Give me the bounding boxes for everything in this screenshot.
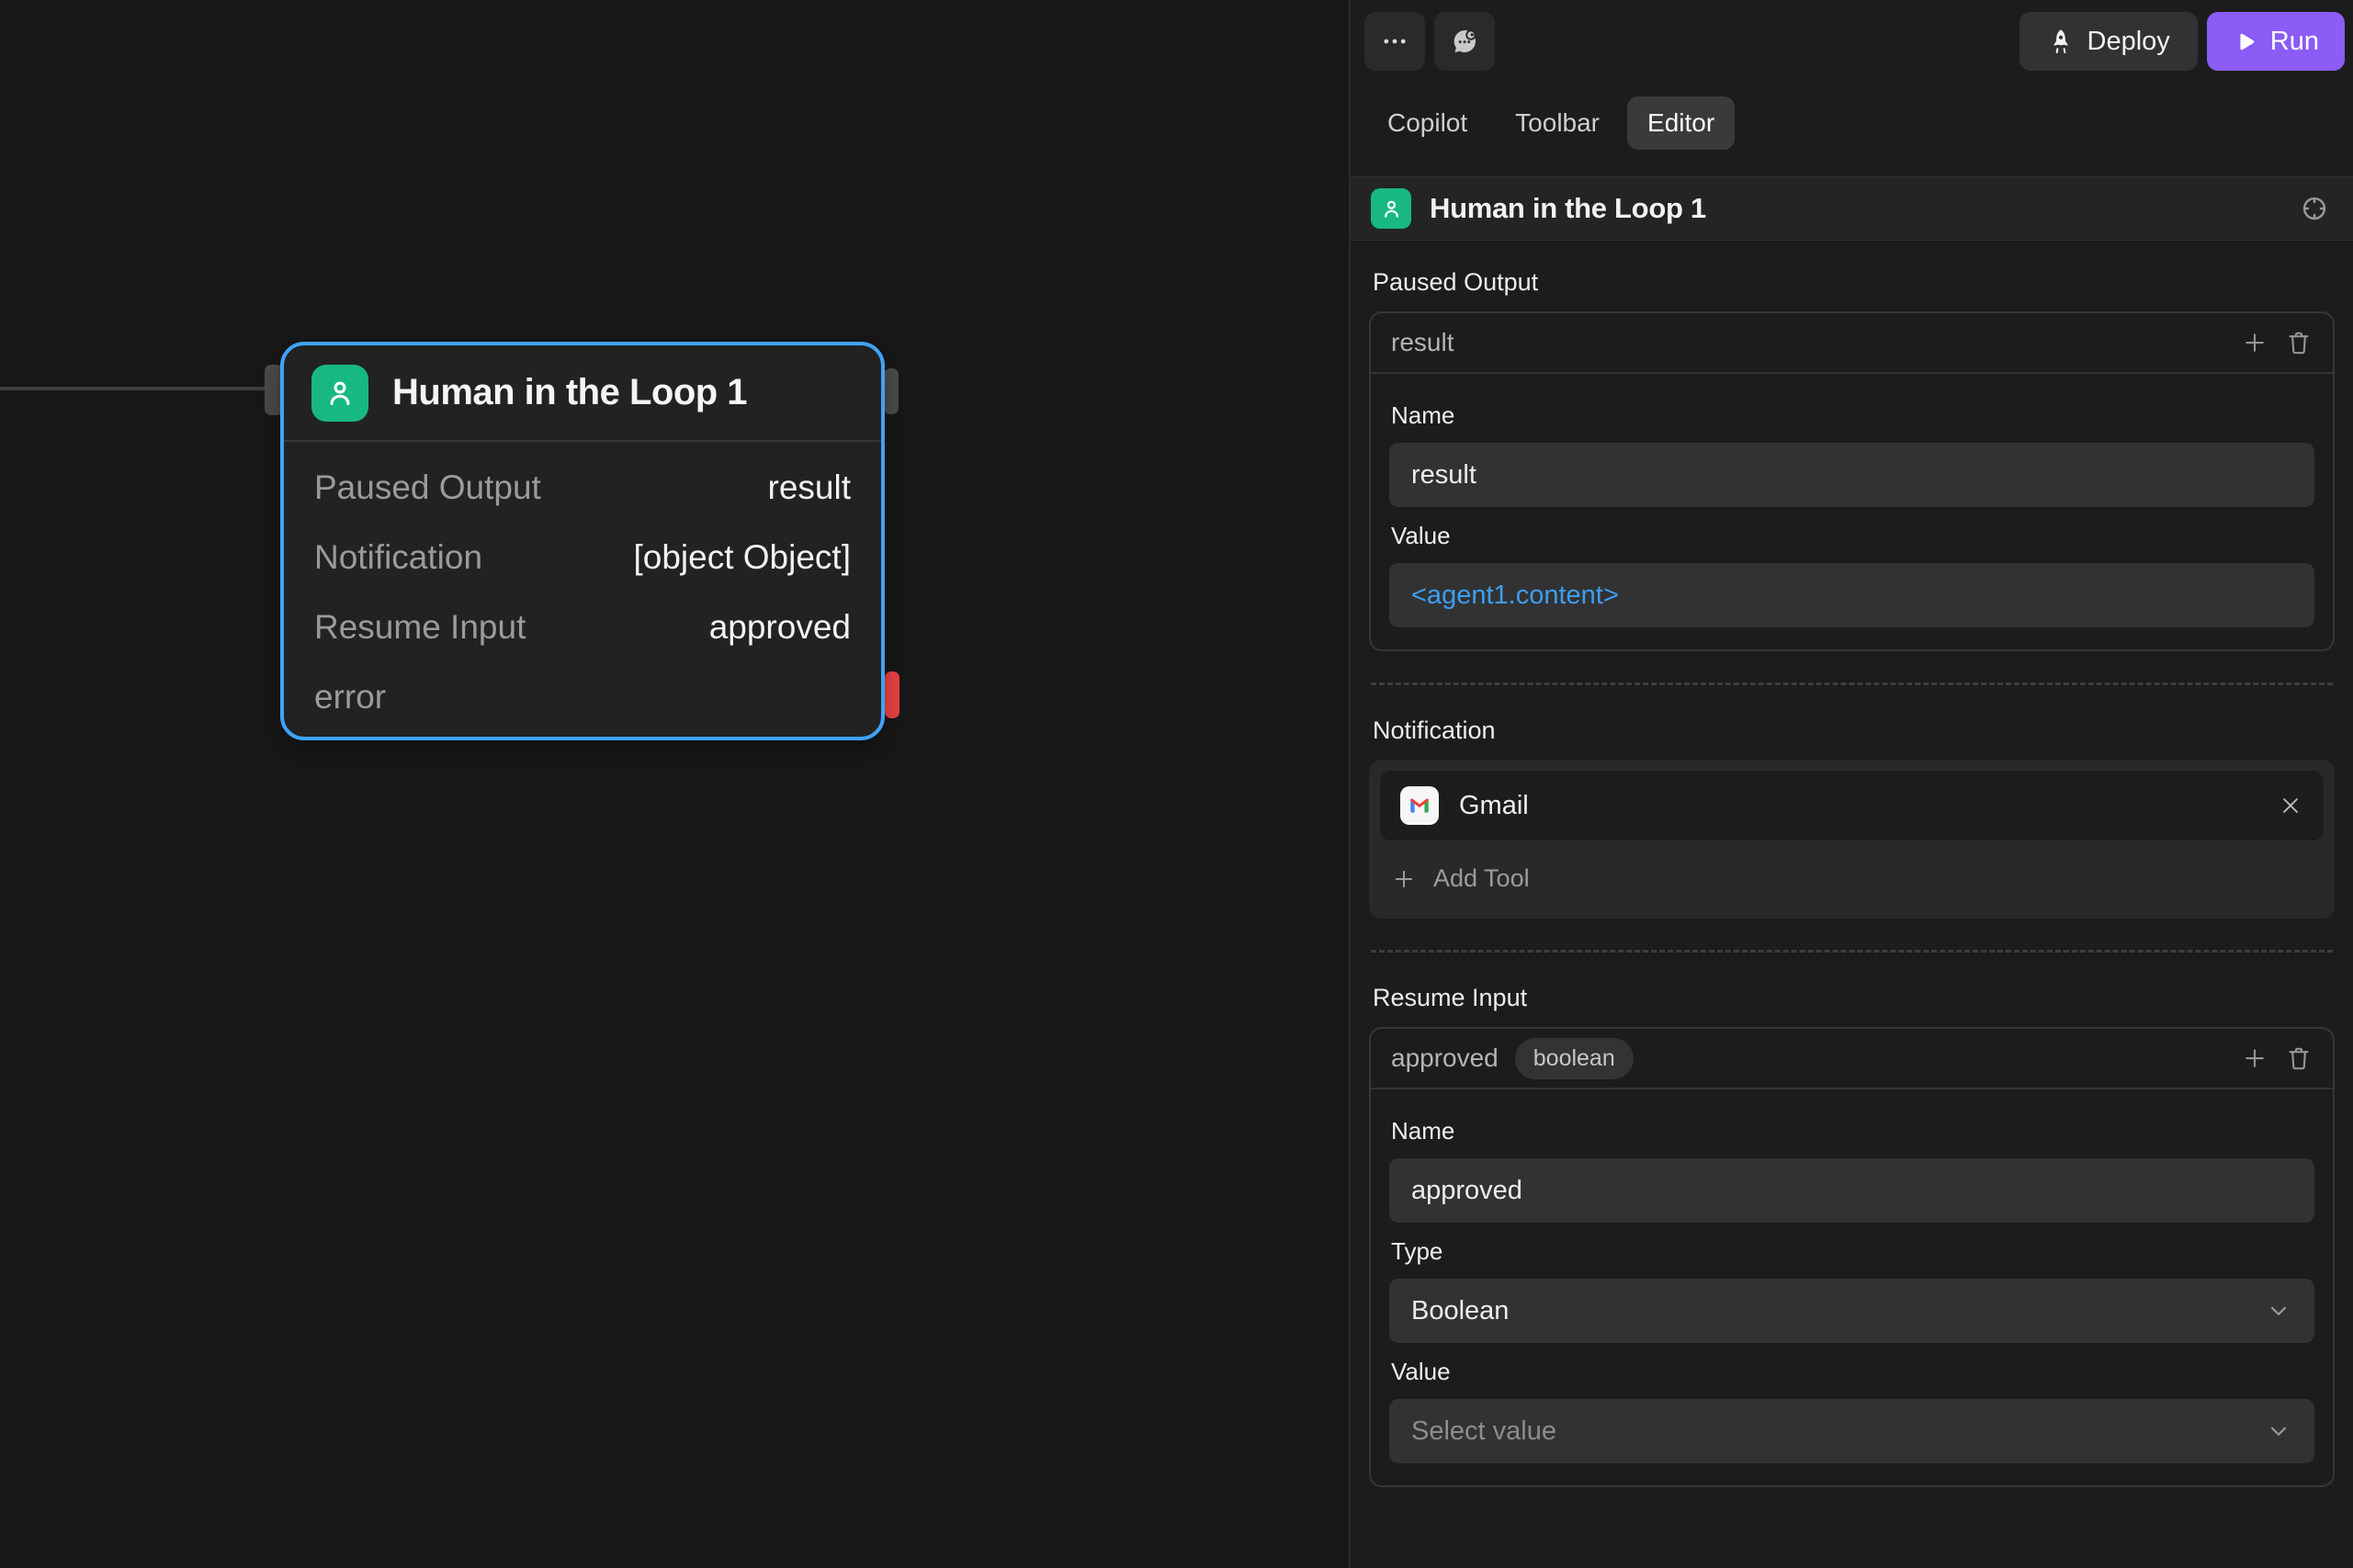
value-select[interactable]: Select value [1389, 1399, 2314, 1463]
delete-input-trash-icon[interactable] [2285, 1044, 2313, 1072]
paused-output-card: result Name Value [1369, 311, 2335, 651]
node-body: Paused Output result Notification [objec… [284, 442, 881, 743]
node-row-label: error [314, 678, 386, 716]
node-row-paused-output: Paused Output result [314, 453, 851, 523]
remove-tool-close-icon[interactable] [2278, 793, 2303, 818]
resume-input-name-input[interactable] [1389, 1158, 2314, 1223]
properties-panel: Deploy Run Copilot Toolbar Editor Human … [1349, 0, 2353, 1568]
type-select[interactable]: Boolean [1389, 1279, 2314, 1343]
boolean-type-badge: boolean [1515, 1038, 1634, 1079]
delete-output-trash-icon[interactable] [2285, 329, 2313, 356]
gmail-tool-row[interactable]: Gmail [1380, 771, 2324, 840]
person-icon [311, 365, 368, 422]
node-error-handle[interactable] [885, 671, 899, 718]
panel-topbar: Deploy Run [1351, 0, 2353, 71]
node-row-label: Paused Output [314, 468, 541, 507]
chevron-down-icon [2265, 1417, 2292, 1445]
paused-output-value-input[interactable]: <agent1.content> [1389, 563, 2314, 627]
resume-input-section-label: Resume Input [1373, 984, 2331, 1012]
resume-input-card: approved boolean Name T [1369, 1027, 2335, 1487]
agent-content-token[interactable]: <agent1.content> [1411, 581, 1619, 611]
deploy-label: Deploy [2087, 27, 2170, 57]
paused-output-section-label: Paused Output [1373, 268, 2331, 297]
section-separator [1371, 950, 2333, 953]
panel-node-title: Human in the Loop 1 [1430, 192, 1706, 225]
node-output-handle[interactable] [884, 368, 899, 414]
resume-input-item-name: approved [1391, 1043, 1499, 1073]
node-row-error: error [314, 662, 851, 732]
section-separator [1371, 682, 2333, 685]
deploy-button[interactable]: Deploy [2019, 12, 2198, 71]
connection-edge [0, 387, 277, 390]
notification-tools-card: Gmail Add Tool [1369, 760, 2335, 919]
gmail-icon [1400, 786, 1439, 825]
notification-section-label: Notification [1373, 716, 2331, 745]
locate-node-crosshair-icon[interactable] [2300, 194, 2329, 223]
type-select-value: Boolean [1411, 1296, 1509, 1326]
tab-toolbar[interactable]: Toolbar [1495, 96, 1620, 150]
node-row-label: Notification [314, 538, 482, 577]
node-editor-header: Human in the Loop 1 [1351, 176, 2353, 241]
add-input-plus-icon[interactable] [2241, 1044, 2268, 1072]
node-row-value: approved [709, 608, 851, 647]
add-output-plus-icon[interactable] [2241, 329, 2268, 356]
value-field-label: Value [1391, 522, 2313, 550]
type-field-label: Type [1391, 1237, 2313, 1266]
node-row-notification: Notification [object Object] [314, 523, 851, 592]
tool-name: Gmail [1459, 791, 1529, 821]
name-field-label: Name [1391, 1117, 2313, 1145]
chevron-down-icon [2265, 1297, 2292, 1325]
workflow-canvas[interactable]: Human in the Loop 1 Paused Output result… [0, 0, 1349, 1568]
value-field-label: Value [1391, 1358, 2313, 1386]
node-title: Human in the Loop 1 [392, 372, 747, 413]
panel-body: Paused Output result Name [1351, 241, 2353, 1487]
run-button[interactable]: Run [2207, 12, 2345, 71]
person-icon [1371, 188, 1411, 229]
node-row-label: Resume Input [314, 608, 526, 647]
panel-tabs: Copilot Toolbar Editor [1351, 71, 2353, 150]
resume-input-item-header[interactable]: approved boolean [1371, 1029, 2333, 1088]
plus-icon [1391, 866, 1417, 892]
more-options-button[interactable] [1364, 12, 1425, 71]
tab-editor[interactable]: Editor [1627, 96, 1735, 150]
add-tool-button[interactable]: Add Tool [1380, 840, 1541, 908]
node-header: Human in the Loop 1 [284, 345, 881, 440]
name-field-label: Name [1391, 401, 2313, 430]
value-select-placeholder: Select value [1411, 1416, 1556, 1447]
paused-output-item-header[interactable]: result [1371, 313, 2333, 372]
add-tool-label: Add Tool [1433, 864, 1530, 893]
node-row-value: [object Object] [633, 538, 851, 577]
node-row-value: result [768, 468, 851, 507]
app-window: Human in the Loop 1 Paused Output result… [0, 0, 2353, 1568]
assistant-chat-icon[interactable] [1434, 12, 1495, 71]
paused-output-name-input[interactable] [1389, 443, 2314, 507]
workflow-node-human-in-the-loop[interactable]: Human in the Loop 1 Paused Output result… [280, 342, 885, 740]
rocket-icon [2047, 28, 2075, 55]
play-icon [2233, 29, 2257, 54]
run-label: Run [2270, 27, 2319, 57]
node-row-resume-input: Resume Input approved [314, 592, 851, 662]
tab-copilot[interactable]: Copilot [1367, 96, 1488, 150]
paused-output-item-name: result [1391, 328, 1454, 357]
